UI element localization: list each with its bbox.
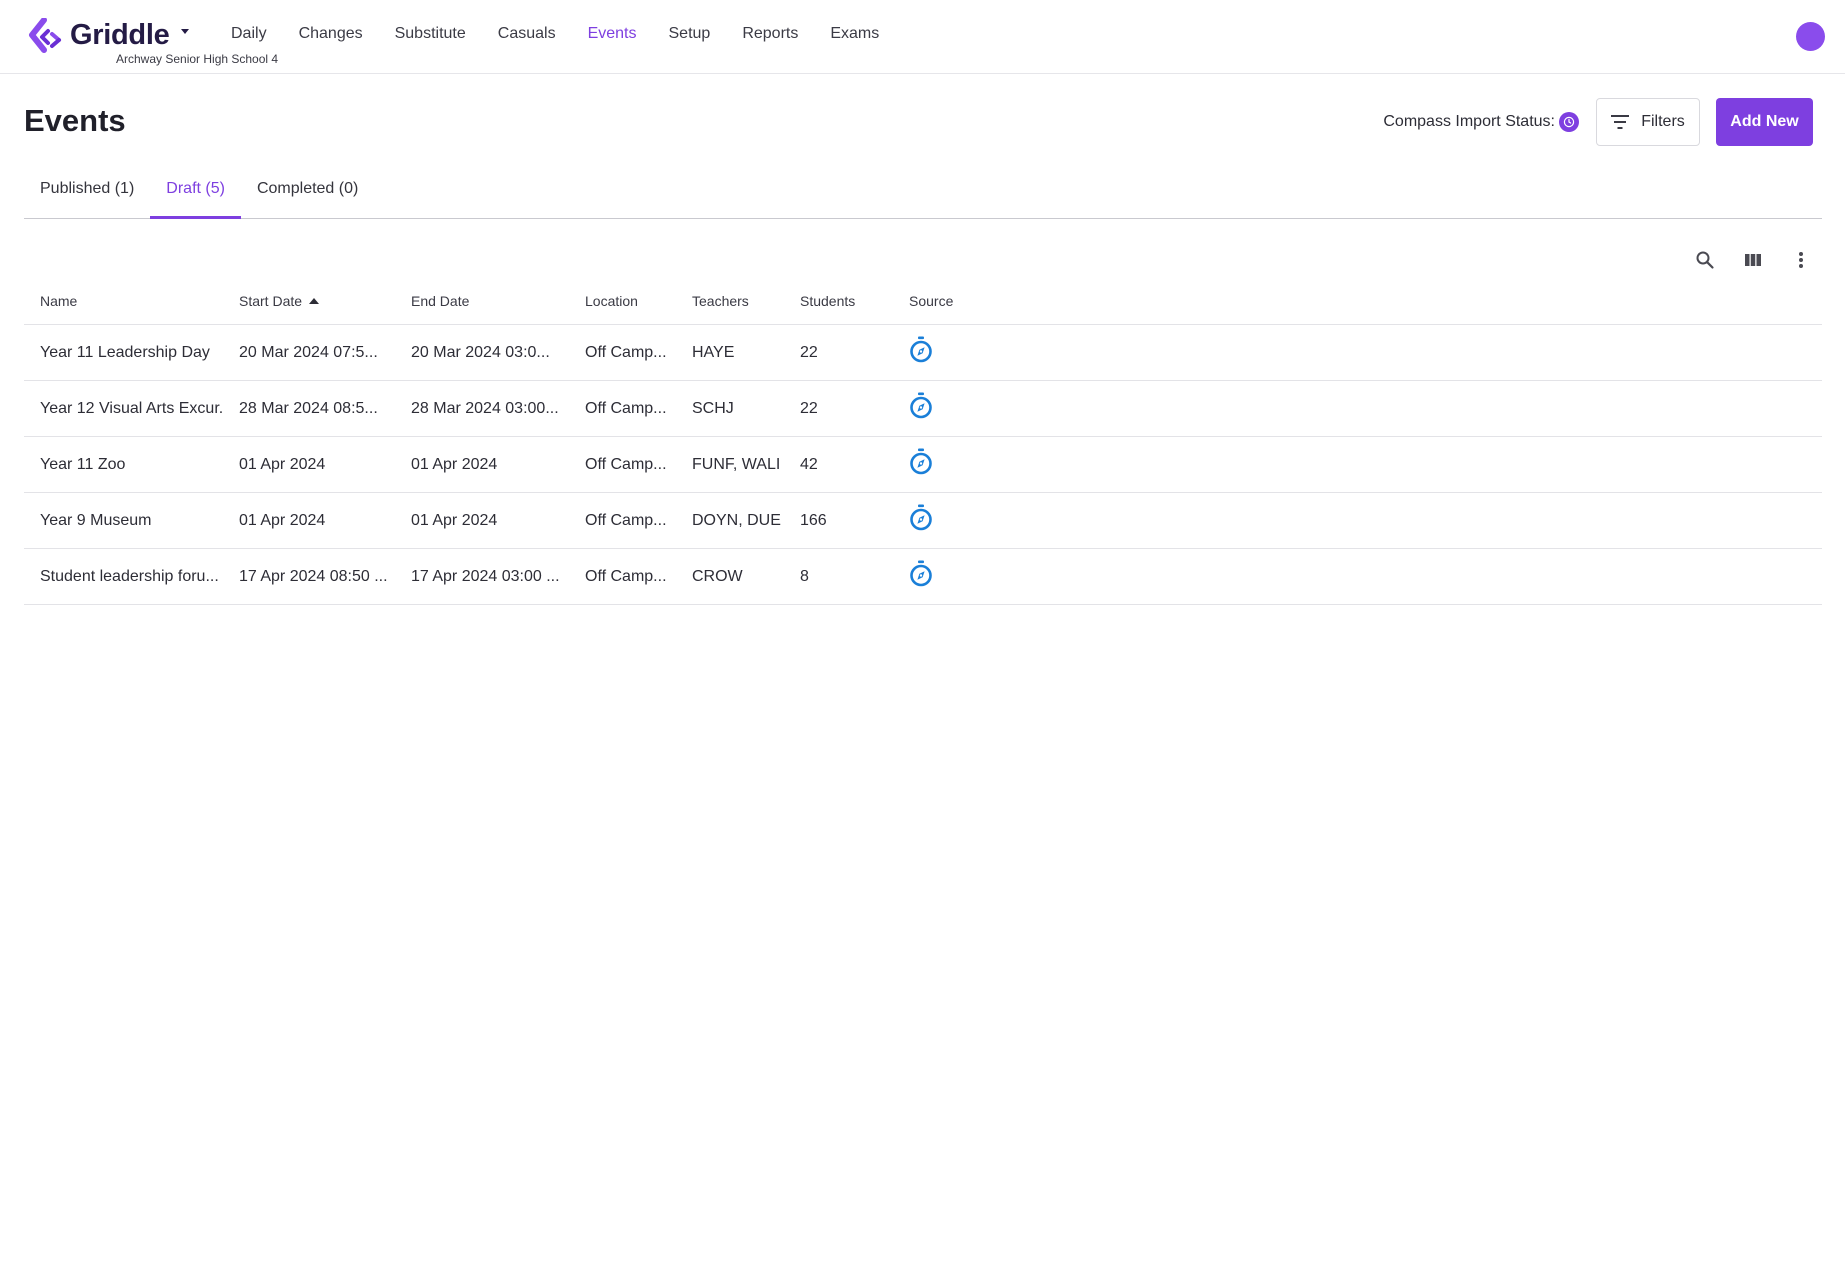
cell-teachers: CROW	[692, 567, 743, 585]
main-nav: Daily Changes Substitute Casuals Events …	[231, 25, 911, 43]
cell-teachers: FUNF, WALI	[692, 455, 781, 473]
cell-source	[893, 504, 1013, 537]
cell-start-date: 17 Apr 2024 08:50 ...	[239, 567, 388, 585]
brand[interactable]: Griddle Archway Senior High School 4	[28, 18, 278, 66]
avatar[interactable]	[1796, 22, 1825, 51]
cell-location: Off Camp...	[585, 567, 667, 585]
column-header-end-date[interactable]: End Date	[395, 293, 569, 309]
header-actions: Compass Import Status: Filters Add New	[1383, 98, 1813, 146]
column-header-teachers[interactable]: Teachers	[676, 293, 784, 309]
cell-end-date: 17 Apr 2024 03:00 ...	[411, 567, 560, 585]
cell-location: Off Camp...	[585, 399, 667, 417]
cell-students: 22	[800, 343, 818, 361]
tab-draft[interactable]: Draft (5)	[150, 172, 241, 219]
cell-end-date: 01 Apr 2024	[411, 455, 498, 473]
column-header-label: Start Date	[239, 293, 303, 309]
cell-location: Off Camp...	[585, 511, 667, 529]
cell-location: Off Camp...	[585, 343, 667, 361]
nav-casuals[interactable]: Casuals	[498, 25, 556, 43]
school-name: Archway Senior High School 4	[116, 52, 279, 66]
column-header-source[interactable]: Source	[893, 293, 1013, 309]
nav-changes[interactable]: Changes	[299, 25, 363, 43]
event-tabs: Published (1) Draft (5) Completed (0)	[24, 172, 1822, 219]
cell-end-date: 20 Mar 2024 03:0...	[411, 343, 550, 361]
cell-start-date: 28 Mar 2024 08:5...	[239, 399, 378, 417]
cell-end-date: 01 Apr 2024	[411, 511, 498, 529]
cell-end-date: 28 Mar 2024 03:00...	[411, 399, 559, 417]
table-row[interactable]: Year 11 Zoo 01 Apr 2024 01 Apr 2024 Off …	[24, 437, 1822, 493]
cell-teachers: SCHJ	[692, 399, 734, 417]
app-name: Griddle	[70, 19, 170, 51]
cell-students: 8	[800, 567, 809, 585]
cell-students: 22	[800, 399, 818, 417]
cell-name: Year 12 Visual Arts Excur...	[40, 399, 223, 417]
import-status: Compass Import Status:	[1383, 112, 1579, 132]
column-header-location[interactable]: Location	[569, 293, 676, 309]
nav-substitute[interactable]: Substitute	[395, 25, 466, 43]
table-row[interactable]: Year 12 Visual Arts Excur... 28 Mar 2024…	[24, 381, 1822, 437]
table-row[interactable]: Year 11 Leadership Day 20 Mar 2024 07:5.…	[24, 325, 1822, 381]
cell-source	[893, 392, 1013, 425]
table-header: Name Start Date End Date Location Teache…	[24, 278, 1822, 325]
nav-exams[interactable]: Exams	[830, 25, 879, 43]
nav-setup[interactable]: Setup	[669, 25, 711, 43]
column-header-students[interactable]: Students	[784, 293, 893, 309]
cell-source	[893, 560, 1013, 593]
cell-location: Off Camp...	[585, 455, 667, 473]
page-title: Events	[24, 103, 126, 138]
compass-icon	[910, 504, 932, 531]
column-header-name[interactable]: Name	[24, 293, 223, 309]
cell-source	[893, 336, 1013, 369]
cell-students: 42	[800, 455, 818, 473]
search-icon[interactable]	[1681, 246, 1729, 274]
table-row[interactable]: Student leadership foru... 17 Apr 2024 0…	[24, 549, 1822, 605]
cell-teachers: DOYN, DUE	[692, 511, 781, 529]
chevron-down-icon[interactable]	[181, 28, 190, 34]
cell-name: Student leadership foru...	[40, 567, 219, 585]
nav-reports[interactable]: Reports	[742, 25, 798, 43]
nav-events[interactable]: Events	[588, 25, 637, 43]
table-row[interactable]: Year 9 Museum 01 Apr 2024 01 Apr 2024 Of…	[24, 493, 1822, 549]
import-status-label: Compass Import Status:	[1383, 113, 1555, 130]
tab-published[interactable]: Published (1)	[24, 172, 150, 218]
clock-icon[interactable]	[1559, 112, 1579, 132]
cell-students: 166	[800, 511, 827, 529]
events-table: Name Start Date End Date Location Teache…	[24, 278, 1822, 605]
nav-daily[interactable]: Daily	[231, 25, 267, 43]
more-vertical-icon[interactable]	[1777, 246, 1825, 274]
top-navigation: Griddle Archway Senior High School 4 Dai…	[0, 0, 1845, 74]
cell-source	[893, 448, 1013, 481]
compass-icon	[910, 336, 932, 363]
tab-completed[interactable]: Completed (0)	[241, 172, 374, 218]
cell-start-date: 01 Apr 2024	[239, 455, 326, 473]
add-new-button[interactable]: Add New	[1716, 98, 1813, 146]
compass-icon	[910, 392, 932, 419]
filters-button[interactable]: Filters	[1596, 98, 1700, 146]
cell-teachers: HAYE	[692, 343, 735, 361]
griddle-logo-icon	[29, 18, 61, 53]
cell-start-date: 01 Apr 2024	[239, 511, 326, 529]
sort-ascending-icon	[309, 297, 320, 304]
cell-name: Year 11 Leadership Day	[40, 343, 210, 361]
compass-icon	[910, 448, 932, 475]
filter-icon	[1611, 115, 1630, 129]
cell-start-date: 20 Mar 2024 07:5...	[239, 343, 378, 361]
cell-name: Year 9 Museum	[40, 511, 152, 529]
table-toolbar	[1681, 246, 1825, 274]
cell-name: Year 11 Zoo	[40, 455, 126, 473]
compass-icon	[910, 560, 932, 587]
column-header-start-date[interactable]: Start Date	[223, 293, 395, 309]
brand-text: Griddle Archway Senior High School 4	[70, 18, 278, 66]
filters-label: Filters	[1641, 113, 1685, 130]
columns-icon[interactable]	[1729, 246, 1777, 274]
